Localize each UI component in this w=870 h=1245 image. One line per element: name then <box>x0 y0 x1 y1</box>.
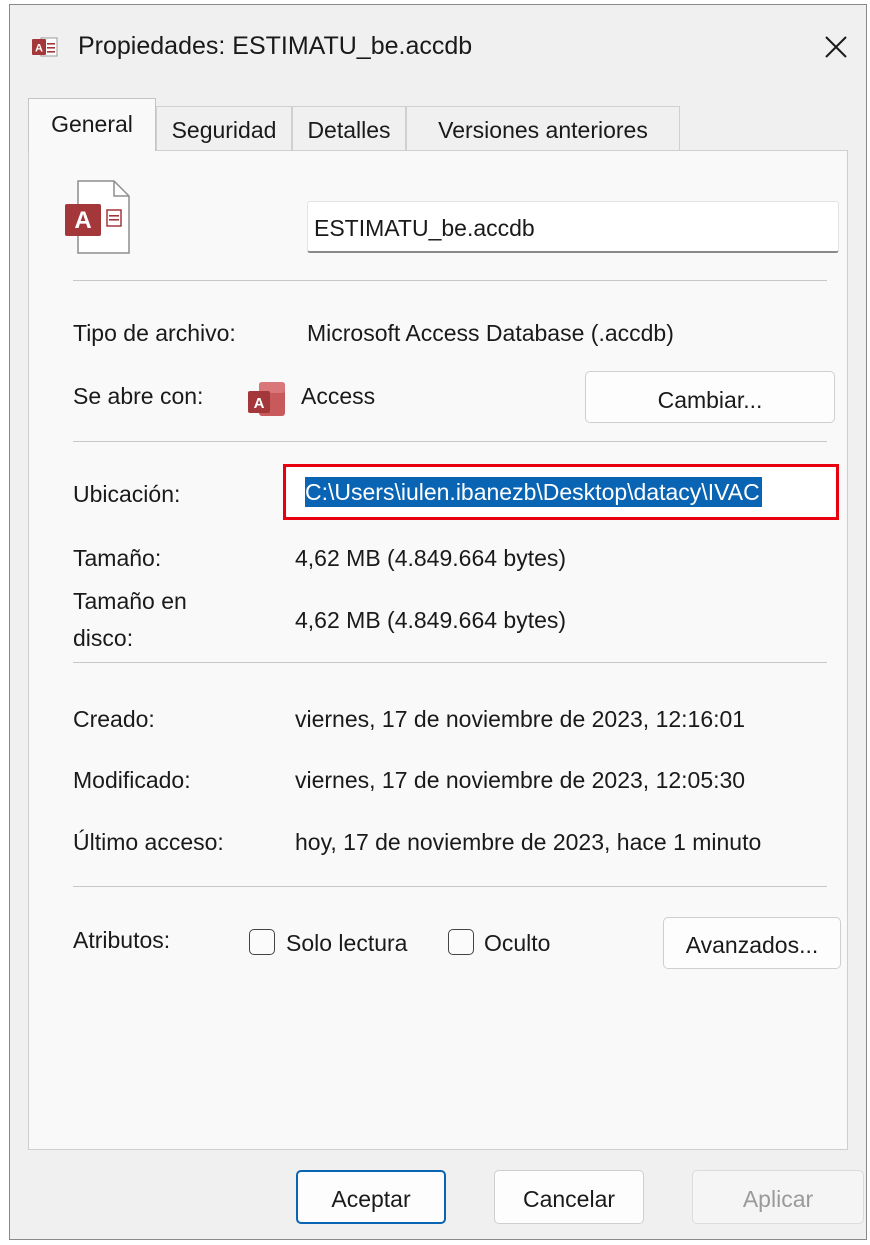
tab-seguridad[interactable]: Seguridad <box>156 106 292 150</box>
cancel-button[interactable]: Cancelar <box>494 1170 644 1224</box>
type-value: Microsoft Access Database (.accdb) <box>307 320 674 346</box>
access-file-icon: A <box>65 180 130 254</box>
filename-input[interactable]: ESTIMATU_be.accdb <box>307 201 839 253</box>
divider <box>73 662 827 663</box>
advanced-button[interactable]: Avanzados... <box>663 917 841 969</box>
modified-label: Modificado: <box>73 767 191 793</box>
tab-general[interactable]: General <box>28 98 156 151</box>
divider <box>73 886 827 887</box>
size-value: 4,62 MB (4.849.664 bytes) <box>295 545 567 571</box>
ok-button[interactable]: Aceptar <box>296 1170 446 1224</box>
window-title: Propiedades: ESTIMATU_be.accdb <box>78 32 473 60</box>
hidden-label[interactable]: Oculto <box>484 930 550 957</box>
readonly-checkbox[interactable] <box>249 929 275 955</box>
modified-value: viernes, 17 de noviembre de 2023, 12:05:… <box>295 767 746 793</box>
close-icon <box>825 36 847 58</box>
location-field[interactable]: C:\Users\iulen.ibanezb\Desktop\datacy\IV… <box>287 467 835 517</box>
app-icon-letter: A <box>254 395 265 412</box>
disk-size-label-line1: Tamaño en <box>73 588 187 614</box>
attributes-label: Atributos: <box>73 927 171 953</box>
disk-size-value: 4,62 MB (4.849.664 bytes) <box>295 607 567 633</box>
close-button[interactable] <box>810 23 862 71</box>
readonly-label[interactable]: Solo lectura <box>286 930 407 957</box>
filename-text: ESTIMATU_be.accdb <box>314 215 535 241</box>
created-value: viernes, 17 de noviembre de 2023, 12:16:… <box>295 706 746 732</box>
disk-size-label-line2: disco: <box>73 625 134 651</box>
title-bar[interactable]: A Propiedades: ESTIMATU_be.accdb <box>10 5 866 89</box>
access-file-icon: A <box>32 37 58 57</box>
location-label: Ubicación: <box>73 481 181 507</box>
file-icon-letter: A <box>74 207 91 234</box>
access-app-icon: A <box>248 382 285 416</box>
opens-with-value: Access <box>301 383 376 409</box>
tab-versiones-anteriores[interactable]: Versiones anteriores <box>406 106 680 150</box>
general-tab-panel: A ESTIMATU_be.accdb Tipo de archivo: Mic… <box>28 150 848 1150</box>
size-label: Tamaño: <box>73 545 162 571</box>
hidden-checkbox[interactable] <box>448 929 474 955</box>
opens-with-label: Se abre con: <box>73 383 204 409</box>
accessed-label: Último acceso: <box>73 829 224 855</box>
created-label: Creado: <box>73 706 155 732</box>
divider <box>73 280 827 281</box>
change-button[interactable]: Cambiar... <box>585 371 835 423</box>
accessed-value: hoy, 17 de noviembre de 2023, hace 1 min… <box>295 829 762 855</box>
type-label: Tipo de archivo: <box>73 320 236 346</box>
apply-button[interactable]: Aplicar <box>692 1170 864 1224</box>
svg-text:A: A <box>35 43 43 55</box>
tab-detalles[interactable]: Detalles <box>292 106 406 150</box>
location-value: C:\Users\iulen.ibanezb\Desktop\datacy\IV… <box>305 477 762 507</box>
properties-dialog: A Propiedades: ESTIMATU_be.accdb General… <box>9 4 867 1240</box>
divider <box>73 441 827 442</box>
